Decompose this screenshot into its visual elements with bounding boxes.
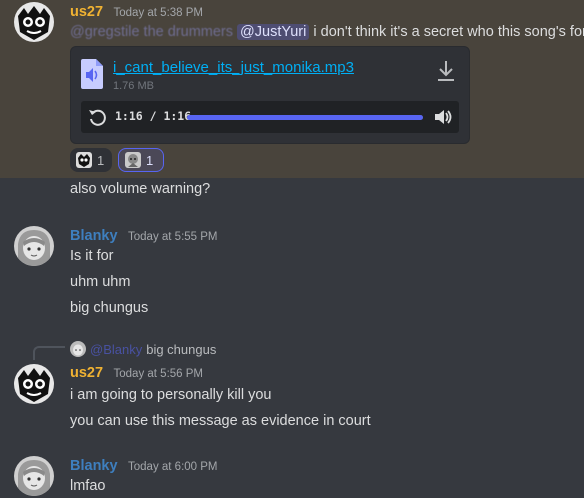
us27-avatar[interactable] [14, 2, 54, 42]
character-emoji-icon [125, 152, 141, 168]
replay-icon[interactable] [87, 107, 107, 127]
reply-mention[interactable]: @Blanky [90, 342, 142, 357]
progress-track[interactable] [187, 115, 423, 120]
reaction-count: 1 [97, 152, 105, 168]
message-group-highlighted: us27 Today at 5:38 PM @gregstile the dru… [0, 0, 584, 178]
user-mention[interactable]: @JustYuri [237, 24, 310, 40]
us27-avatar[interactable] [14, 364, 54, 404]
message-text: i am going to personally kill you [70, 387, 272, 403]
blurred-mention[interactable]: @gregstile the drummers [70, 24, 233, 40]
message-author[interactable]: us27 [70, 365, 103, 381]
message-text: uhm uhm [70, 274, 131, 290]
message-author[interactable]: us27 [70, 4, 103, 20]
playback-time: 1:16 / 1:16 [115, 109, 192, 123]
message-timestamp: Today at 5:38 PM [113, 7, 204, 19]
reaction-skull[interactable]: 1 [70, 148, 112, 172]
audio-attachment: i_cant_believe_its_just_monika.mp3 1.76 … [70, 46, 470, 144]
blanky-avatar[interactable] [14, 226, 54, 266]
skull-emoji-icon [76, 152, 92, 168]
reaction-character[interactable]: 1 [118, 148, 164, 172]
chat-message-list: us27 Today at 5:38 PM @gregstile the dru… [0, 0, 584, 498]
message-content: @gregstile the drummers @JustYuri i don'… [70, 24, 584, 40]
message-text: big chungus [70, 300, 149, 316]
progress-fill [187, 115, 423, 120]
attachment-file-size: 1.76 MB [113, 80, 154, 92]
audio-player: 1:16 / 1:16 [81, 101, 459, 133]
download-icon[interactable] [435, 59, 457, 83]
message-timestamp: Today at 6:00 PM [128, 461, 218, 473]
reply-preview[interactable]: @Blanky big chungus [70, 341, 216, 357]
message-timestamp: Today at 5:56 PM [113, 368, 204, 380]
message-author[interactable]: Blanky [70, 458, 118, 474]
message-text: lmfao [70, 478, 106, 494]
reply-text: big chungus [146, 341, 217, 357]
message-text: Is it for [70, 248, 114, 264]
reaction-count: 1 [146, 152, 154, 168]
blanky-avatar[interactable] [14, 456, 54, 496]
message-timestamp: Today at 5:55 PM [128, 231, 218, 243]
reply-connector [33, 346, 65, 360]
audio-file-icon [81, 59, 103, 89]
message-author[interactable]: Blanky [70, 228, 118, 244]
message-text: i don't think it's a secret who this son… [313, 24, 584, 40]
replied-user-avatar-icon [70, 341, 86, 357]
message-text: also volume warning? [70, 181, 211, 197]
message-text: you can use this message as evidence in … [70, 413, 371, 429]
attachment-file-name[interactable]: i_cant_believe_its_just_monika.mp3 [113, 59, 354, 76]
volume-icon[interactable] [433, 107, 453, 127]
